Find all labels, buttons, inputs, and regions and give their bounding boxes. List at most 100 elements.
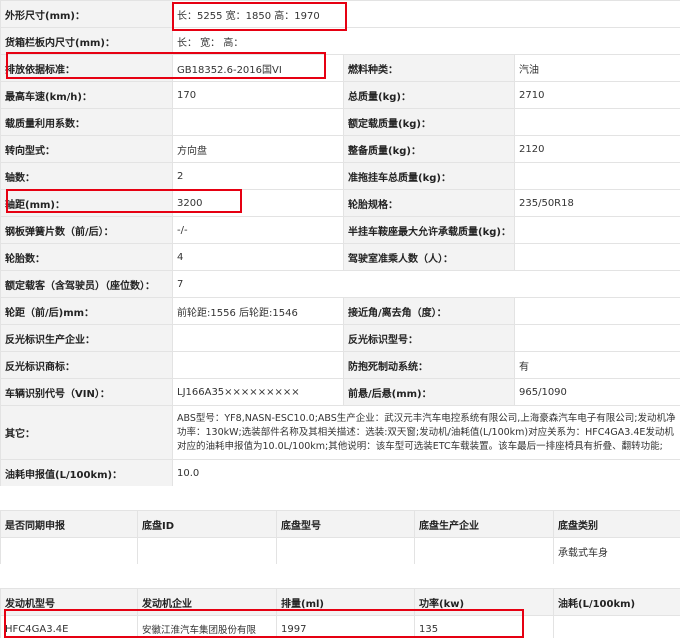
spec-label: 货箱栏板内尺寸(mm)： xyxy=(0,27,173,55)
spec-label: 准拖挂车总质量(kg)： xyxy=(343,162,515,190)
spec-value: 2 xyxy=(172,162,344,190)
engine-table: 发动机型号 发动机企业 排量(ml) 功率(kw) 油耗(L/100km) HF… xyxy=(0,588,680,638)
chassis-cell xyxy=(276,537,415,565)
spec-label: 反光标识商标： xyxy=(0,351,173,379)
spec-row: 反光标识生产企业： 反光标识型号： xyxy=(0,324,680,352)
spec-label: 轮距（前/后)mm： xyxy=(0,297,173,325)
engine-header-cell: 发动机型号 xyxy=(0,588,138,616)
chassis-table: 是否同期申报 底盘ID 底盘型号 底盘生产企业 底盘类别 承载式车身 xyxy=(0,510,680,565)
spec-label: 载质量利用系数： xyxy=(0,108,173,136)
spec-label: 最高车速(km/h)： xyxy=(0,81,173,109)
spec-label: 车辆识别代号（VIN）： xyxy=(0,378,173,406)
spec-value: GB18352.6-2016国VI xyxy=(172,54,344,82)
spec-label: 燃料种类： xyxy=(343,54,515,82)
spec-value xyxy=(172,324,344,352)
spec-row: 转向型式： 方向盘 整备质量(kg)： 2120 xyxy=(0,135,680,163)
engine-data-row: HFC4GA3.4E 安徽江淮汽车集团股份有限 1997 135 xyxy=(0,615,680,638)
spec-row: 外形尺寸(mm)： 长：5255 宽：1850 高：1970 xyxy=(0,0,680,28)
section-gap xyxy=(0,486,680,510)
chassis-cell: 承载式车身 xyxy=(553,537,680,565)
spec-value: 前轮距:1556 后轮距:1546 xyxy=(172,297,344,325)
spec-value: 965/1090 xyxy=(513,378,680,406)
engine-cell: 135 xyxy=(414,615,554,638)
chassis-cell xyxy=(414,537,554,565)
spec-value xyxy=(513,216,680,244)
chassis-header-row: 是否同期申报 底盘ID 底盘型号 底盘生产企业 底盘类别 xyxy=(0,510,680,538)
spec-value: 235/50R18 xyxy=(513,189,680,217)
spec-row: 油耗申报值(L/100km)： 10.0 xyxy=(0,459,680,487)
spec-value xyxy=(513,297,680,325)
engine-cell: 1997 xyxy=(276,615,415,638)
engine-cell: HFC4GA3.4E xyxy=(0,615,138,638)
spec-value xyxy=(513,324,680,352)
engine-header-cell: 发动机企业 xyxy=(137,588,277,616)
chassis-header-cell: 是否同期申报 xyxy=(0,510,138,538)
spec-label: 额定载质量(kg)： xyxy=(343,108,515,136)
spec-label: 其它： xyxy=(0,405,173,460)
chassis-header-cell: 底盘ID xyxy=(137,510,277,538)
spec-row: 其它： ABS型号：YF8,NASN-ESC10.0;ABS生产企业：武汉元丰汽车… xyxy=(0,405,680,460)
spec-value: 有 xyxy=(513,351,680,379)
chassis-header-cell: 底盘型号 xyxy=(276,510,415,538)
spec-value: 7 xyxy=(171,270,680,298)
spec-row: 最高车速(km/h)： 170 总质量(kg)： 2710 xyxy=(0,81,680,109)
spec-label: 轴数： xyxy=(0,162,173,190)
spec-value xyxy=(172,351,344,379)
spec-value xyxy=(513,243,680,271)
chassis-cell xyxy=(0,537,138,565)
spec-label: 转向型式： xyxy=(0,135,173,163)
spec-value xyxy=(513,162,680,190)
spec-row: 钢板弹簧片数（前/后）： -/- 半挂车鞍座最大允许承载质量(kg)： xyxy=(0,216,680,244)
spec-label: 反光标识型号： xyxy=(343,324,515,352)
spec-row: 反光标识商标： 防抱死制动系统：有 xyxy=(0,351,680,379)
chassis-header-cell: 底盘类别 xyxy=(553,510,680,538)
spec-value: 长：5255 宽：1850 高：1970 xyxy=(171,0,680,28)
spec-label: 整备质量(kg)： xyxy=(343,135,515,163)
spec-row: 排放依据标准： GB18352.6-2016国VI 燃料种类： 汽油 xyxy=(0,54,680,82)
spec-row: 额定载客（含驾驶员）（座位数）： 7 xyxy=(0,270,680,298)
spec-value: 2710 xyxy=(513,81,680,109)
spec-value xyxy=(513,108,680,136)
spec-label: 轮胎规格： xyxy=(343,189,515,217)
spec-label: 反光标识生产企业： xyxy=(0,324,173,352)
spec-value xyxy=(172,108,344,136)
spec-label: 半挂车鞍座最大允许承载质量(kg)： xyxy=(343,216,515,244)
spec-label: 接近角/离去角（度）： xyxy=(343,297,515,325)
spec-label: 轴距(mm)： xyxy=(0,189,173,217)
engine-header-cell: 功率(kw) xyxy=(414,588,554,616)
spec-value: 3200 xyxy=(172,189,344,217)
spec-value: 170 xyxy=(172,81,344,109)
spec-row: 轴数： 2 准拖挂车总质量(kg)： xyxy=(0,162,680,190)
spec-row: 货箱栏板内尺寸(mm)： 长： 宽： 高： xyxy=(0,27,680,55)
spec-value: 10.0 xyxy=(171,459,680,487)
engine-header-cell: 排量(ml) xyxy=(276,588,415,616)
spec-row: 车辆识别代号（VIN）： LJ166A35××××××××× 前悬/后悬(mm)： 9… xyxy=(0,378,680,406)
spec-value: 4 xyxy=(172,243,344,271)
engine-header-cell: 油耗(L/100km) xyxy=(553,588,680,616)
chassis-data-row: 承载式车身 xyxy=(0,537,680,565)
spec-value: 方向盘 xyxy=(172,135,344,163)
spec-value: 长： 宽： 高： xyxy=(171,27,680,55)
spec-label: 油耗申报值(L/100km)： xyxy=(0,459,173,487)
spec-value: 2120 xyxy=(513,135,680,163)
spec-row: 轴距(mm)： 3200 轮胎规格： 235/50R18 xyxy=(0,189,680,217)
spec-label: 钢板弹簧片数（前/后）： xyxy=(0,216,173,244)
spec-label: 额定载客（含驾驶员）（座位数）： xyxy=(0,270,173,298)
chassis-cell xyxy=(137,537,277,565)
spec-row: 轮胎数： 4 驾驶室准乘人数（人）： xyxy=(0,243,680,271)
spec-value: ABS型号：YF8,NASN-ESC10.0;ABS生产企业：武汉元丰汽车电控系… xyxy=(171,405,680,460)
engine-cell: 安徽江淮汽车集团股份有限 xyxy=(137,615,277,638)
chassis-header-cell: 底盘生产企业 xyxy=(414,510,554,538)
spec-value: -/- xyxy=(172,216,344,244)
engine-cell xyxy=(553,615,680,638)
vehicle-spec-table: 外形尺寸(mm)： 长：5255 宽：1850 高：1970 货箱栏板内尺寸(mm)… xyxy=(0,0,680,487)
spec-value: 汽油 xyxy=(513,54,680,82)
spec-label: 驾驶室准乘人数（人）： xyxy=(343,243,515,271)
spec-value: LJ166A35××××××××× xyxy=(172,378,344,406)
spec-label: 总质量(kg)： xyxy=(343,81,515,109)
spec-row: 载质量利用系数： 额定载质量(kg)： xyxy=(0,108,680,136)
spec-label: 轮胎数： xyxy=(0,243,173,271)
spec-label: 前悬/后悬(mm)： xyxy=(343,378,515,406)
spec-row: 轮距（前/后)mm： 前轮距:1556 后轮距:1546 接近角/离去角（度）： xyxy=(0,297,680,325)
section-gap xyxy=(0,564,680,588)
